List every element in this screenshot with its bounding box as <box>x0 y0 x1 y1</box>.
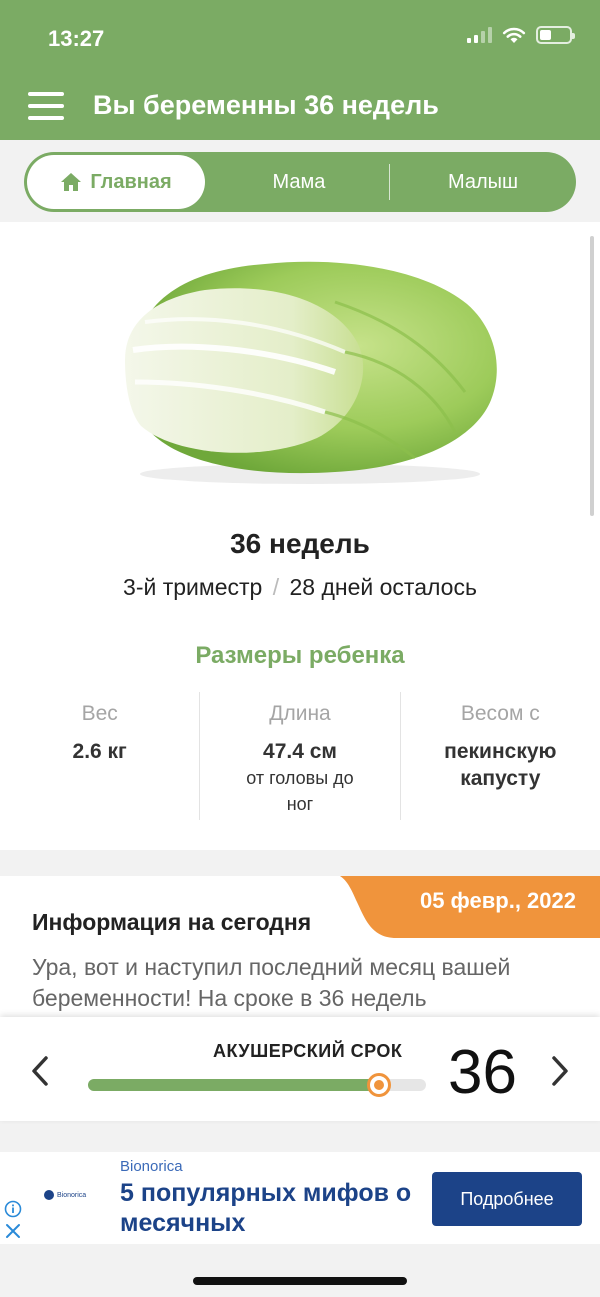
stat-weight-value: 2.6 кг <box>72 740 127 763</box>
term-label: АКУШЕРСКИЙ СРОК <box>213 1041 403 1061</box>
term-selector-bar: АКУШЕРСКИЙ СРОК 36 <box>0 1017 600 1121</box>
napa-cabbage-image <box>125 261 497 484</box>
week-slider-thumb[interactable] <box>366 1073 391 1097</box>
daily-info-card[interactable]: 05 февр., 2022 Информация на сегодня Ура… <box>0 876 600 1022</box>
tab-baby[interactable]: Малыш <box>394 152 572 212</box>
wifi-icon <box>502 27 526 43</box>
baby-stats: Вес 2.6 кг Длина 47.4 см от головы до но… <box>0 692 600 820</box>
info-icon[interactable] <box>4 1200 22 1218</box>
ad-headline[interactable]: 5 популярных мифов о месячных <box>120 1178 430 1238</box>
stat-length-sub: от головы до ног <box>246 768 354 814</box>
info-date: 05 февр., 2022 <box>419 888 576 913</box>
hamburger-icon[interactable] <box>28 92 64 120</box>
stat-compare-label: Весом с <box>460 702 540 725</box>
week-slider-fill <box>88 1079 379 1091</box>
tab-home-label: Главная <box>90 170 172 193</box>
tab-mama-label: Мама <box>272 170 326 193</box>
close-icon[interactable] <box>4 1222 22 1240</box>
week-summary-card: 36 недель 3-й триместр / 28 дней осталос… <box>0 222 600 850</box>
trimester-label: 3-й триместр <box>123 574 263 600</box>
chevron-right-icon <box>552 1056 568 1086</box>
week-slider[interactable] <box>88 1073 426 1097</box>
prev-week-button[interactable] <box>26 1053 54 1089</box>
ad-logo-mark <box>44 1190 54 1200</box>
scrollbar <box>590 236 594 516</box>
stat-weight: Вес 2.6 кг <box>0 692 199 820</box>
ad-more-button[interactable]: Подробнее <box>432 1172 582 1226</box>
home-icon <box>61 173 82 191</box>
tab-bar-area: Главная Мама Малыш <box>0 140 600 222</box>
status-time: 13:27 <box>48 26 105 51</box>
trimester-separator: / <box>272 574 280 600</box>
trimester-line: 3-й триместр / 28 дней осталось <box>0 574 600 601</box>
signal-icon <box>467 27 492 43</box>
status-icons <box>467 26 575 44</box>
days-left: 28 дней осталось <box>289 574 477 600</box>
stat-compare-value: пекинскую капусту <box>444 740 557 790</box>
stat-weight-label: Вес <box>81 702 118 725</box>
battery-icon <box>536 26 575 44</box>
info-title: Информация на сегодня <box>32 909 312 935</box>
stat-size-compare: Весом с пекинскую капусту <box>399 692 600 820</box>
tab-divider <box>389 164 390 200</box>
current-week-number: 36 <box>448 1038 517 1107</box>
tab-home[interactable]: Главная <box>27 155 205 209</box>
chevron-left-icon <box>32 1056 48 1086</box>
next-week-button[interactable] <box>546 1053 574 1089</box>
tab-bar: Главная Мама Малыш <box>24 152 576 212</box>
ad-logo: Bionorica <box>44 1190 86 1200</box>
baby-sizes-title: Размеры ребенка <box>195 642 405 669</box>
tab-mama[interactable]: Мама <box>214 152 384 212</box>
ad-banner[interactable]: Bionorica Bionorica 5 популярных мифов о… <box>0 1152 600 1244</box>
stat-length-label: Длина <box>269 702 331 725</box>
stat-length-value: 47.4 см <box>263 740 337 763</box>
info-text: Ура, вот и наступил последний месяц ваше… <box>32 954 511 1011</box>
ad-brand: Bionorica <box>120 1158 183 1175</box>
ad-logo-text: Bionorica <box>57 1191 87 1199</box>
tab-baby-label: Малыш <box>447 170 519 193</box>
home-indicator[interactable] <box>193 1277 407 1285</box>
app-header: 13:27 Вы беременны 36 недель <box>0 0 600 140</box>
stat-length: Длина 47.4 см от головы до ног <box>199 692 399 820</box>
page-title: Вы беременны 36 недель <box>93 90 439 120</box>
weeks-count: 36 недель <box>230 528 370 559</box>
